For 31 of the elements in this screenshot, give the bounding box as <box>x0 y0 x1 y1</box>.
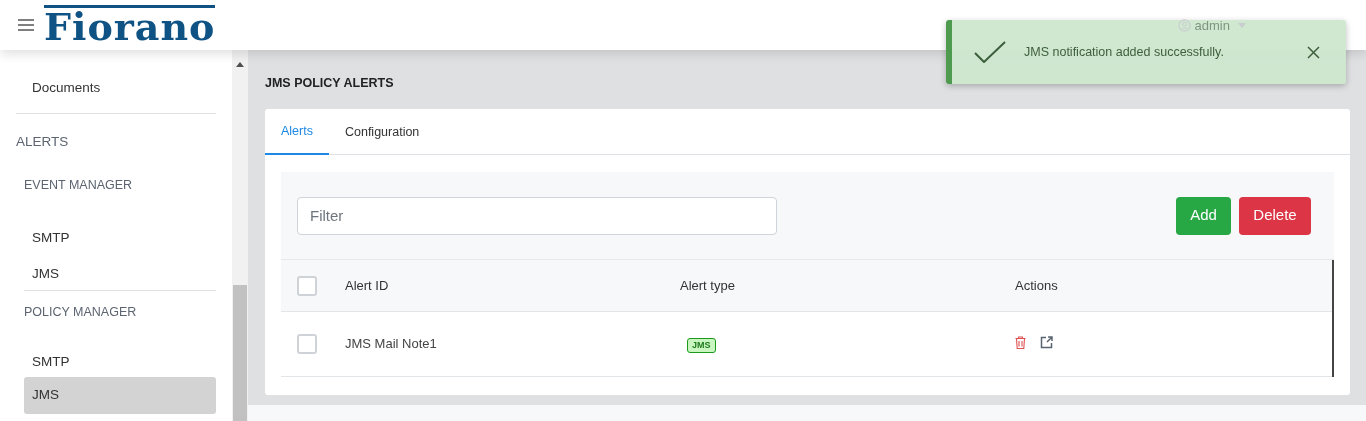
logo: Fiorano <box>44 5 216 45</box>
section-heading: ALERTS <box>16 133 69 151</box>
tab[interactable]: Configuration <box>328 109 436 155</box>
menu-icon[interactable] <box>18 19 34 31</box>
sidebar-item[interactable]: SMTP <box>24 220 216 257</box>
sidebar-item[interactable]: JMS <box>24 377 216 414</box>
delete-button[interactable]: Delete <box>1239 196 1311 235</box>
column-header: Alert ID <box>345 276 390 295</box>
trash-icon[interactable] <box>1015 335 1026 349</box>
user-name: admin <box>1194 17 1230 35</box>
checkmark-icon <box>974 41 1006 63</box>
scrollbar-thumb[interactable] <box>233 285 247 421</box>
row-checkbox[interactable] <box>297 334 317 354</box>
select-all-checkbox[interactable] <box>297 275 317 296</box>
group-heading: POLICY MANAGER <box>24 304 137 321</box>
sidebar-item[interactable]: Documents <box>32 70 216 107</box>
sidebar-item[interactable]: JMS <box>24 256 216 293</box>
filter-field[interactable]: Filter <box>297 196 777 235</box>
table-cell: JMS Mail Note1 <box>345 336 437 352</box>
group-heading: EVENT MANAGER <box>24 177 133 194</box>
close-icon[interactable] <box>1307 45 1320 59</box>
caret-icon <box>1238 23 1246 29</box>
type-badge: JMS <box>687 338 716 354</box>
scroll-up-icon[interactable] <box>236 62 244 67</box>
column-header: Actions <box>1015 276 1058 295</box>
tab[interactable]: Alerts <box>265 109 329 155</box>
page-title: JMS POLICY ALERTS <box>265 75 395 92</box>
user-icon <box>1177 19 1191 33</box>
column-header: Alert type <box>680 276 736 295</box>
toast-message: JMS notification added successfully. <box>1024 43 1224 61</box>
external-link-icon[interactable] <box>1040 335 1053 349</box>
